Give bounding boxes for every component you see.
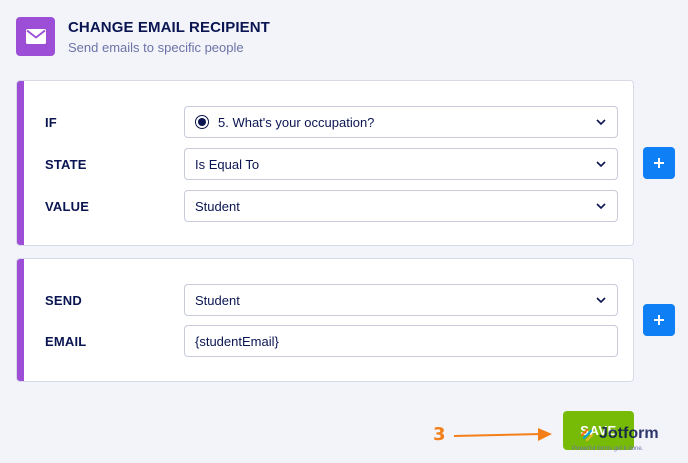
step-number-annotation: 3 (433, 424, 446, 445)
send-label: SEND (45, 292, 82, 308)
jotform-logo-icon (580, 428, 594, 442)
send-select[interactable]: Student (184, 284, 618, 316)
add-action-button[interactable] (643, 304, 675, 336)
chevron-down-icon (595, 294, 607, 306)
arrow-right-icon (453, 428, 552, 441)
email-label: EMAIL (45, 333, 87, 349)
envelope-icon (16, 17, 55, 56)
page-subtitle: Send emails to specific people (68, 40, 244, 55)
plus-icon (654, 315, 664, 325)
watermark-name: Jotform (599, 425, 659, 442)
value-select[interactable]: Student (184, 190, 618, 222)
value-value: Student (195, 198, 240, 214)
condition-card: IF 5. What's your occupation? STATE Is E… (16, 80, 634, 246)
add-condition-button[interactable] (643, 147, 675, 179)
chevron-down-icon (595, 200, 607, 212)
if-label: IF (45, 114, 57, 130)
plus-icon (654, 158, 664, 168)
value-label: VALUE (45, 198, 90, 214)
if-field-value: 5. What's your occupation? (218, 114, 375, 130)
email-input[interactable]: {studentEmail} (184, 325, 618, 357)
state-label: STATE (45, 156, 87, 172)
action-card: SEND Student EMAIL {studentEmail} (16, 258, 634, 382)
page-title: CHANGE EMAIL RECIPIENT (68, 19, 270, 36)
condition-editor: CHANGE EMAIL RECIPIENT Send emails to sp… (0, 0, 688, 463)
watermark-tagline: Powerful forms get it done. (572, 446, 644, 452)
state-select[interactable]: Is Equal To (184, 148, 618, 180)
email-value: {studentEmail} (195, 333, 279, 349)
header: CHANGE EMAIL RECIPIENT Send emails to sp… (16, 17, 270, 56)
chevron-down-icon (595, 158, 607, 170)
radio-question-icon (195, 115, 209, 129)
jotform-watermark: Jotform (580, 425, 659, 443)
state-value: Is Equal To (195, 156, 260, 172)
if-field-select[interactable]: 5. What's your occupation? (184, 106, 618, 138)
chevron-down-icon (595, 116, 607, 128)
send-value: Student (195, 292, 240, 308)
